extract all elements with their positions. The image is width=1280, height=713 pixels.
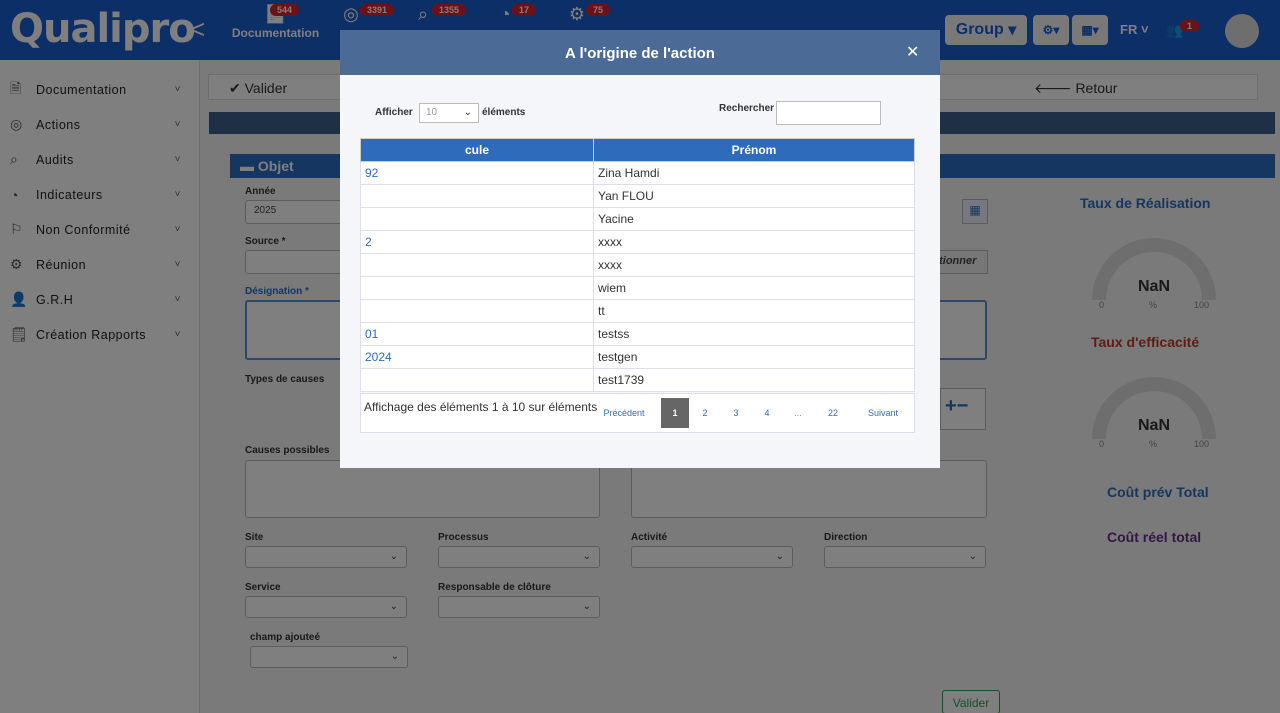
pagination-previous[interactable]: Précédent xyxy=(589,398,659,428)
show-label: Afficher xyxy=(375,107,413,118)
table-row[interactable]: xxxx xyxy=(360,253,915,277)
table-row[interactable]: 2 xxxx xyxy=(360,230,915,254)
page-size-select[interactable]: 10 ⌄ xyxy=(419,103,479,123)
close-icon[interactable]: ✕ xyxy=(906,42,926,62)
pagination-page[interactable]: 2 xyxy=(691,398,719,428)
table-row[interactable]: Yan FLOU xyxy=(360,184,915,208)
modal-title: A l'origine de l'action xyxy=(340,30,940,75)
table-row[interactable]: 2024 testgen xyxy=(360,345,915,369)
column-header-prenom[interactable]: Prénom xyxy=(593,138,915,162)
search-input[interactable] xyxy=(776,101,881,125)
origin-modal: A l'origine de l'action ✕ Afficher 10 ⌄ é… xyxy=(340,30,940,468)
pagination-page[interactable]: 4 xyxy=(753,398,781,428)
elements-label: éléments xyxy=(482,107,526,118)
table-row[interactable]: wiem xyxy=(360,276,915,300)
table-row[interactable]: 01 testss xyxy=(360,322,915,346)
table-row[interactable]: 92 Zina Hamdi xyxy=(360,161,915,185)
pagination-page[interactable]: 22 xyxy=(818,398,848,428)
search-label: Rechercher xyxy=(719,103,775,114)
pagination-page[interactable]: 1 xyxy=(661,398,689,428)
column-header-matricule[interactable]: cule xyxy=(360,138,594,162)
pagination-page[interactable]: 3 xyxy=(722,398,750,428)
pagination-ellipsis: ... xyxy=(794,408,802,418)
table-footer: Affichage des éléments 1 à 10 sur élémen… xyxy=(360,393,915,433)
table-row[interactable]: test1739 xyxy=(360,368,915,392)
table-row[interactable]: tt xyxy=(360,299,915,323)
origin-table: cule Prénom 92 Zina Hamdi Yan FLOU Yacine… xyxy=(360,138,915,392)
table-info: Affichage des éléments 1 à 10 sur élémen… xyxy=(364,400,598,414)
table-row[interactable]: Yacine xyxy=(360,207,915,231)
chevron-down-icon: ⌄ xyxy=(463,107,472,118)
pagination-next[interactable]: Suivant xyxy=(853,398,913,428)
